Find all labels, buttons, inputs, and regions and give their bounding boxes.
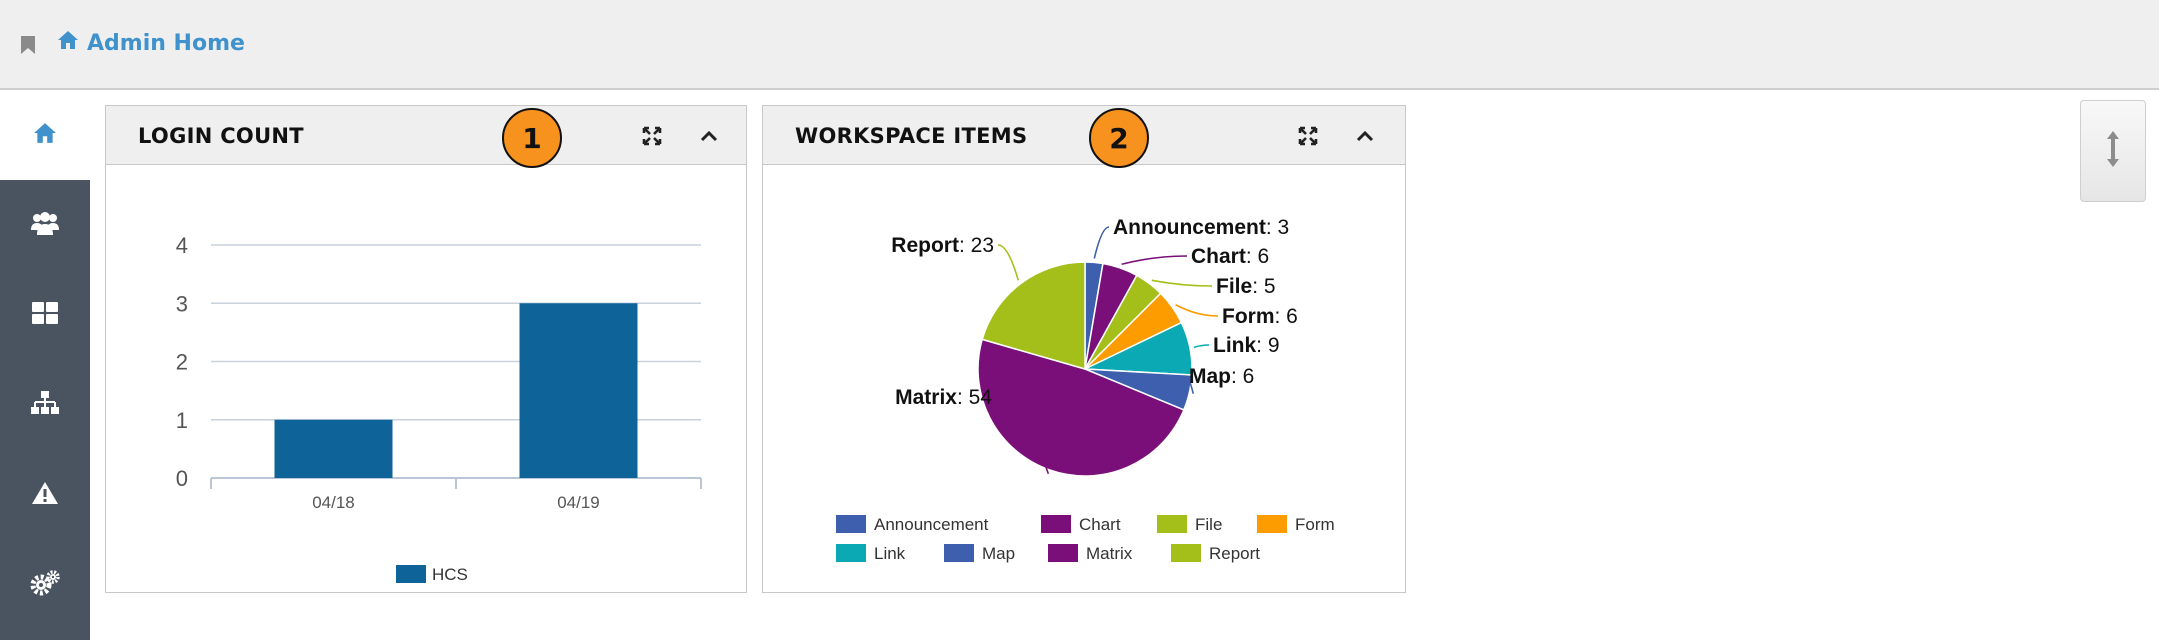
pie-data-label: Form: 6 xyxy=(1222,305,1298,328)
gears-icon xyxy=(30,570,60,600)
workspace-items-chart: Announcement: 3 Chart: 6 File: 5 Form: 6 Lin… xyxy=(836,216,1335,563)
login-count-panel: LOGIN COUNT 1 0 1 2 3 4 04/18 04/19 HCS xyxy=(105,105,747,593)
dashboard-grid-icon xyxy=(32,302,58,328)
legend-swatch xyxy=(1048,544,1078,562)
pie-data-label: Link: 9 xyxy=(1213,334,1280,357)
legend-label: Chart xyxy=(1079,515,1121,534)
pie-connector xyxy=(1151,279,1213,287)
callout-badge: 1 xyxy=(502,108,562,168)
legend-label: Map xyxy=(982,544,1015,563)
legend-label: File xyxy=(1195,515,1222,534)
pie-connector xyxy=(1121,255,1188,266)
pie-connector xyxy=(997,244,1020,281)
legend-label: Announcement xyxy=(874,515,989,534)
sidebar-item-home[interactable] xyxy=(0,90,90,180)
vertical-resize-icon xyxy=(2105,129,2121,173)
y-tick-label: 0 xyxy=(176,466,188,491)
sitemap-icon xyxy=(31,391,59,419)
pie-data-label: Announcement: 3 xyxy=(1113,216,1289,239)
sidebar-item-hierarchy[interactable] xyxy=(0,360,90,450)
expand-icon[interactable] xyxy=(638,122,666,150)
bookmark-icon[interactable] xyxy=(20,35,36,59)
panel-title: LOGIN COUNT xyxy=(138,124,304,148)
pie-data-label: Report: 23 xyxy=(891,234,994,257)
bar xyxy=(274,419,393,478)
warning-icon xyxy=(31,481,59,509)
pie-data-label: Matrix: 54 xyxy=(895,386,992,409)
y-tick-label: 1 xyxy=(176,408,188,433)
sidebar-item-dashboards[interactable] xyxy=(0,270,90,360)
home-icon xyxy=(57,30,79,56)
pie-connector xyxy=(1093,226,1110,259)
legend-label: Matrix xyxy=(1086,544,1133,563)
x-tick-label: 04/19 xyxy=(557,493,600,512)
bar xyxy=(519,303,638,478)
y-tick-label: 4 xyxy=(176,233,188,258)
legend-label: Link xyxy=(874,544,906,563)
sidebar xyxy=(0,90,90,640)
legend-label: Report xyxy=(1209,544,1260,563)
pie-connector xyxy=(1175,304,1219,317)
panel-title: WORKSPACE ITEMS xyxy=(795,124,1028,148)
panel-header: LOGIN COUNT 1 xyxy=(106,106,746,168)
legend-label: HCS xyxy=(432,565,468,584)
chevron-up-icon[interactable] xyxy=(1351,122,1379,150)
legend-swatch xyxy=(1257,515,1287,533)
login-count-chart: 0 1 2 3 4 04/18 04/19 HCS xyxy=(176,233,702,584)
expand-icon[interactable] xyxy=(1294,122,1322,150)
sidebar-item-alerts[interactable] xyxy=(0,450,90,540)
pie-connector xyxy=(1193,344,1210,349)
breadcrumb[interactable]: Admin Home xyxy=(57,30,245,56)
users-icon xyxy=(30,210,60,240)
legend-swatch xyxy=(1157,515,1187,533)
chevron-up-icon[interactable] xyxy=(695,122,723,150)
pie-data-label: Map: 6 xyxy=(1189,365,1254,388)
y-tick-label: 3 xyxy=(176,291,188,316)
vertical-resize-button[interactable] xyxy=(2080,100,2146,202)
top-bar: Admin Home xyxy=(0,0,2159,90)
sidebar-item-users[interactable] xyxy=(0,180,90,270)
legend-swatch xyxy=(836,515,866,533)
legend-swatch xyxy=(1171,544,1201,562)
legend-label: Form xyxy=(1295,515,1335,534)
breadcrumb-label[interactable]: Admin Home xyxy=(87,31,245,56)
home-icon xyxy=(33,122,57,148)
pie-data-label: Chart: 6 xyxy=(1191,245,1269,268)
legend-swatch xyxy=(1041,515,1071,533)
pie-data-label: File: 5 xyxy=(1216,275,1276,298)
workspace-items-panel: WORKSPACE ITEMS 2 Announcement: 3 Chart: … xyxy=(762,105,1406,593)
x-tick-label: 04/18 xyxy=(312,493,355,512)
sidebar-item-settings[interactable] xyxy=(0,540,90,630)
panel-header: WORKSPACE ITEMS 2 xyxy=(763,106,1405,168)
legend-swatch xyxy=(836,544,866,562)
y-tick-label: 2 xyxy=(176,350,188,375)
legend-swatch xyxy=(396,565,426,583)
legend-swatch xyxy=(944,544,974,562)
callout-badge: 2 xyxy=(1089,108,1149,168)
